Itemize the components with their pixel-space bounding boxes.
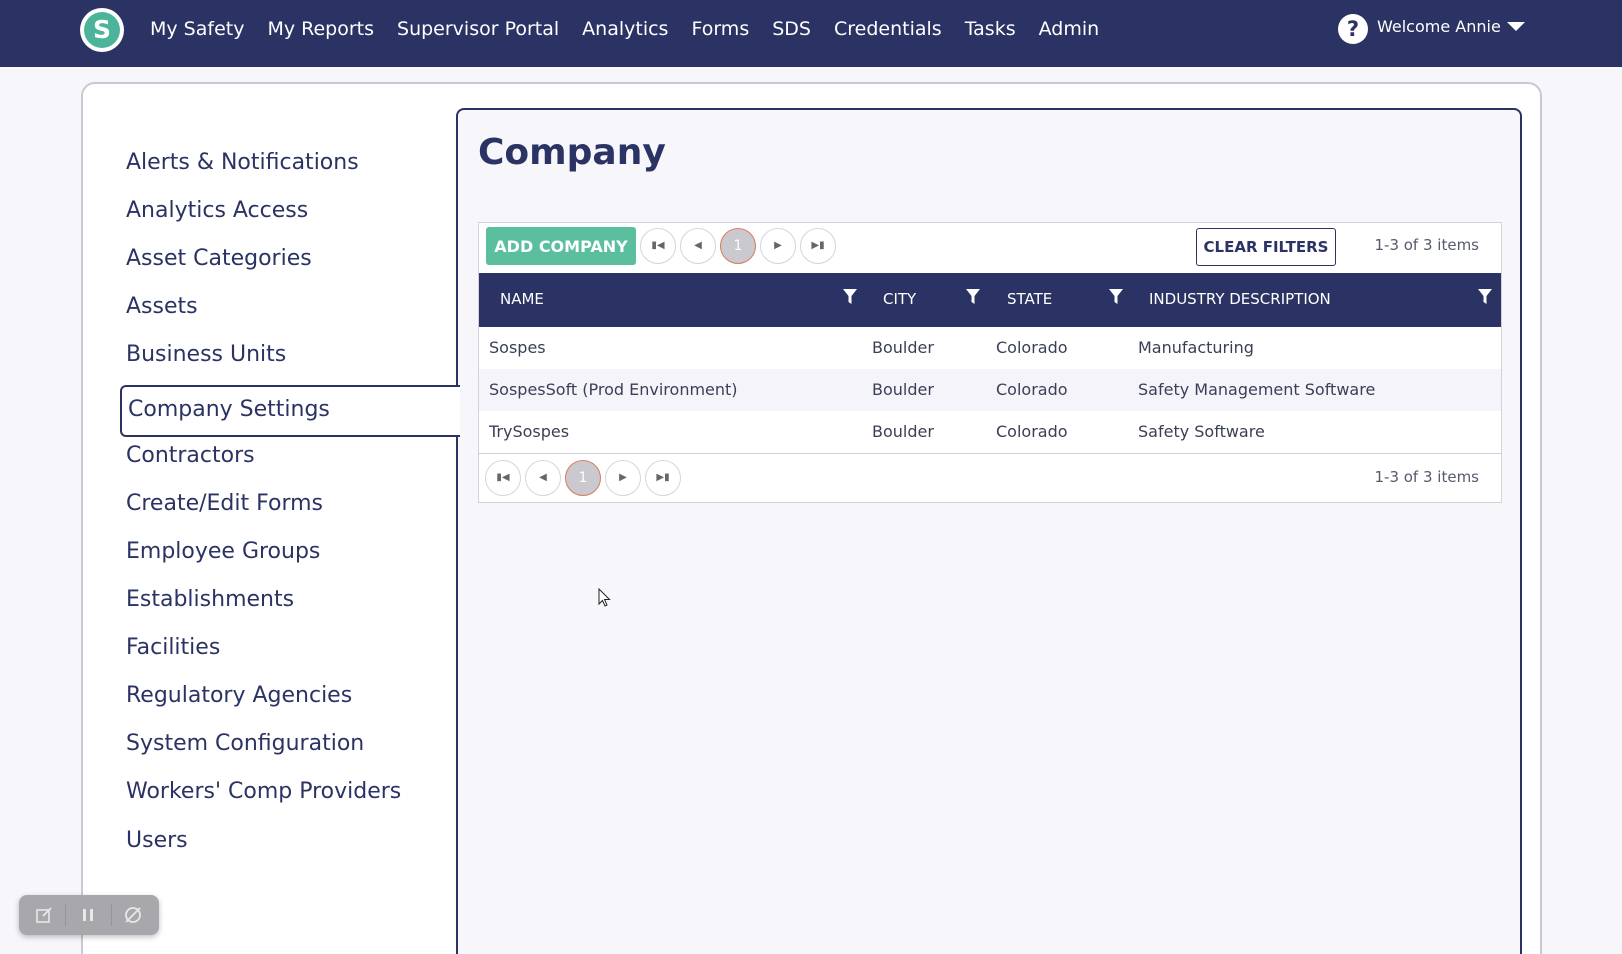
- cell-state: Colorado: [996, 338, 1068, 357]
- cell-city: Boulder: [872, 422, 934, 441]
- nav-forms[interactable]: Forms: [691, 18, 749, 40]
- cell-industry: Safety Management Software: [1138, 380, 1376, 399]
- cell-city: Boulder: [872, 380, 934, 399]
- divider: [111, 904, 112, 926]
- sidebar-item-system-configuration[interactable]: System Configuration: [126, 731, 364, 756]
- sidebar-item-analytics-access[interactable]: Analytics Access: [126, 198, 308, 223]
- cell-city: Boulder: [872, 338, 934, 357]
- pause-icon[interactable]: [78, 905, 98, 925]
- main-nav: My Safety My Reports Supervisor Portal A…: [150, 0, 1099, 57]
- table-row[interactable]: Sospes Boulder Colorado Manufacturing: [479, 327, 1501, 369]
- next-page-icon[interactable]: ▶: [760, 228, 796, 264]
- prev-page-icon[interactable]: ◀: [525, 460, 561, 496]
- name-filter-icon[interactable]: [843, 289, 857, 305]
- column-header-state[interactable]: STATE: [1007, 290, 1052, 308]
- sidebar-item-create-edit-forms[interactable]: Create/Edit Forms: [126, 491, 323, 516]
- industry-filter-icon[interactable]: [1478, 289, 1492, 305]
- first-page-icon[interactable]: ▮◀: [640, 228, 676, 264]
- items-count: 1-3 of 3 items: [1374, 236, 1479, 254]
- table-row[interactable]: SospesSoft (Prod Environment) Boulder Co…: [479, 369, 1501, 411]
- nav-credentials[interactable]: Credentials: [834, 18, 942, 40]
- recording-toolbar: [19, 895, 159, 935]
- sidebar-item-business-units[interactable]: Business Units: [126, 342, 286, 367]
- page-number-button[interactable]: 1: [720, 228, 756, 264]
- page-number-button[interactable]: 1: [565, 460, 601, 496]
- nav-my-reports[interactable]: My Reports: [267, 18, 374, 40]
- sidebar-item-label: Company Settings: [128, 397, 330, 422]
- cell-industry: Manufacturing: [1138, 338, 1254, 357]
- sidebar-item-employee-groups[interactable]: Employee Groups: [126, 539, 320, 564]
- sidebar-item-regulatory-agencies[interactable]: Regulatory Agencies: [126, 683, 352, 708]
- sidebar-item-asset-categories[interactable]: Asset Categories: [126, 246, 312, 271]
- edit-icon[interactable]: [34, 905, 54, 925]
- grid-header: NAME CITY STATE INDUSTRY DESCRIPTION: [479, 273, 1501, 327]
- sidebar-item-establishments[interactable]: Establishments: [126, 587, 294, 612]
- mouse-cursor-icon: [598, 588, 611, 607]
- nav-supervisor-portal[interactable]: Supervisor Portal: [397, 18, 559, 40]
- column-header-industry-description[interactable]: INDUSTRY DESCRIPTION: [1149, 290, 1331, 308]
- nav-sds[interactable]: SDS: [772, 18, 811, 40]
- app-logo[interactable]: S: [80, 8, 124, 52]
- logo-letter: S: [84, 12, 120, 48]
- add-company-button[interactable]: ADD COMPANY: [486, 227, 636, 265]
- nav-tasks[interactable]: Tasks: [965, 18, 1016, 40]
- column-header-city[interactable]: CITY: [883, 290, 916, 308]
- clear-filters-button[interactable]: CLEAR FILTERS: [1196, 228, 1336, 266]
- nav-my-safety[interactable]: My Safety: [150, 18, 244, 40]
- top-navbar: S My Safety My Reports Supervisor Portal…: [0, 0, 1622, 67]
- sidebar-item-contractors[interactable]: Contractors: [126, 443, 255, 468]
- next-page-icon[interactable]: ▶: [605, 460, 641, 496]
- sidebar-item-alerts-notifications[interactable]: Alerts & Notifications: [126, 150, 359, 175]
- cell-industry: Safety Software: [1138, 422, 1265, 441]
- last-page-icon[interactable]: ▶▮: [645, 460, 681, 496]
- column-header-name[interactable]: NAME: [500, 290, 544, 308]
- table-row[interactable]: TrySospes Boulder Colorado Safety Softwa…: [479, 411, 1501, 453]
- company-grid: ADD COMPANY ▮◀ ◀ 1 ▶ ▶▮ CLEAR FILTERS 1-…: [478, 222, 1502, 503]
- caret-down-icon[interactable]: [1507, 22, 1525, 31]
- cell-name: SospesSoft (Prod Environment): [489, 380, 738, 399]
- welcome-user[interactable]: Welcome Annie: [1377, 17, 1501, 36]
- cell-state: Colorado: [996, 422, 1068, 441]
- sidebar-item-facilities[interactable]: Facilities: [126, 635, 220, 660]
- content-panel: Company ADD COMPANY ▮◀ ◀ 1 ▶ ▶▮ CLEAR FI…: [456, 108, 1522, 954]
- items-count: 1-3 of 3 items: [1374, 468, 1479, 486]
- sidebar-item-assets[interactable]: Assets: [126, 294, 198, 319]
- sidebar-item-company-settings[interactable]: Company Settings: [120, 385, 460, 437]
- sidebar-item-users[interactable]: Users: [126, 828, 188, 853]
- prev-page-icon[interactable]: ◀: [680, 228, 716, 264]
- stop-recording-icon[interactable]: [123, 905, 143, 925]
- first-page-icon[interactable]: ▮◀: [485, 460, 521, 496]
- state-filter-icon[interactable]: [1109, 289, 1123, 305]
- last-page-icon[interactable]: ▶▮: [800, 228, 836, 264]
- nav-analytics[interactable]: Analytics: [582, 18, 668, 40]
- question-circle-icon[interactable]: ?: [1338, 14, 1368, 44]
- divider: [65, 904, 66, 926]
- cell-name: TrySospes: [489, 422, 570, 441]
- cell-name: Sospes: [489, 338, 546, 357]
- nav-admin[interactable]: Admin: [1039, 18, 1100, 40]
- page-title: Company: [478, 132, 666, 173]
- sidebar-item-workers-comp-providers[interactable]: Workers' Comp Providers: [126, 779, 401, 804]
- grid-pager: ▮◀ ◀ 1 ▶ ▶▮ 1-3 of 3 items: [479, 453, 1501, 503]
- cell-state: Colorado: [996, 380, 1068, 399]
- city-filter-icon[interactable]: [966, 289, 980, 305]
